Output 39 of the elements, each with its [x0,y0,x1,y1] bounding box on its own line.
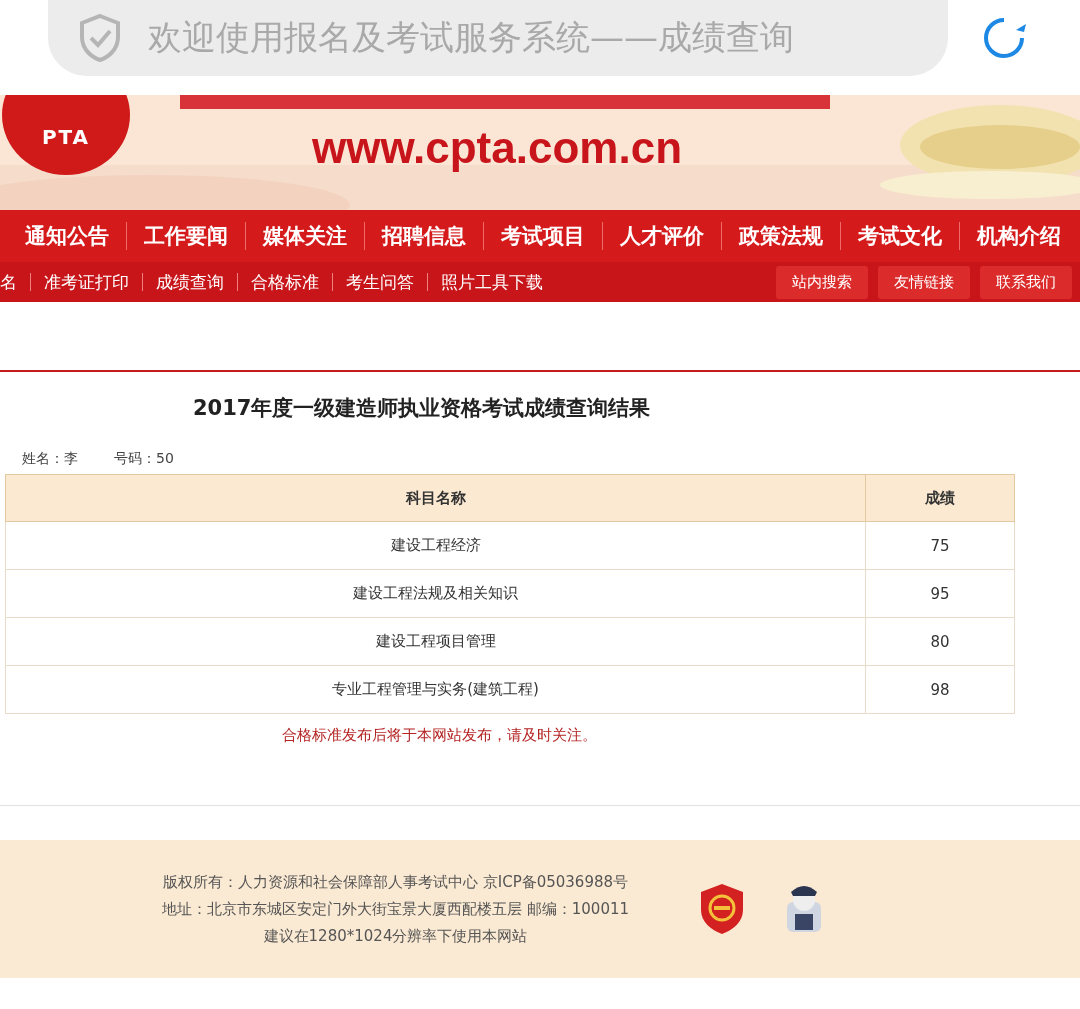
name-label: 姓名：李 [22,450,78,468]
column-header: 科目名称 [5,474,866,522]
footer-text: 版权所有：人力资源和社会保障部人事考试中心 京ICP备05036988号 [163,872,629,892]
footer-text: 建议在1280*1024分辨率下使用本网站 [263,926,528,946]
table-cell: 98 [865,665,1015,714]
header-button[interactable]: 站内搜索 [776,265,868,299]
site-url: www.cpta.com.cn [312,123,682,173]
result-title: 2017年度一级建造师执业资格考试成绩查询结果 [193,395,652,422]
header-button[interactable]: 友情链接 [878,265,970,299]
header-button[interactable]: 联系我们 [980,265,1072,299]
nav-link[interactable]: 考试文化 [840,222,959,250]
nav-link[interactable]: 政策法规 [721,222,840,250]
nav-link[interactable]: 人才评价 [602,222,721,250]
shield-icon [78,13,122,63]
nav-link[interactable]: 工作要闻 [126,222,245,250]
nav-link[interactable]: 机构介绍 [959,222,1078,250]
table-cell: 95 [865,569,1015,618]
page-title: 欢迎使用报名及考试服务系统——成绩查询 [148,16,794,59]
notice-text: 合格标准发布后将于本网站发布，请及时关注。 [282,726,598,745]
table-cell: 专业工程管理与实务(建筑工程) [5,665,866,714]
nav-link[interactable]: 考试项目 [483,222,602,250]
badge-icon [699,882,746,936]
subnav-link[interactable]: 合格标准 [237,273,332,291]
table-cell: 75 [865,521,1015,570]
number-label: 号码：50 [114,450,174,468]
subnav-link[interactable]: 照片工具下载 [427,273,556,291]
table-cell: 建设工程法规及相关知识 [5,569,866,618]
nav-link[interactable]: 媒体关注 [245,222,364,250]
table-cell: 80 [865,617,1015,666]
column-header: 成绩 [865,474,1015,522]
nav-link[interactable]: 招聘信息 [364,222,483,250]
subnav-link[interactable]: 准考证打印 [30,273,142,291]
subnav-link[interactable]: 考生问答 [332,273,427,291]
table-cell: 建设工程项目管理 [5,617,866,666]
footer-text: 地址：北京市东城区安定门外大街宝景大厦西配楼五层 邮编：100011 [162,899,630,919]
subnav-link[interactable]: 成绩查询 [142,273,237,291]
nav-link[interactable]: 通知公告 [8,222,126,250]
table-cell: 建设工程经济 [5,521,866,570]
subnav-link[interactable]: 名 [0,273,30,291]
